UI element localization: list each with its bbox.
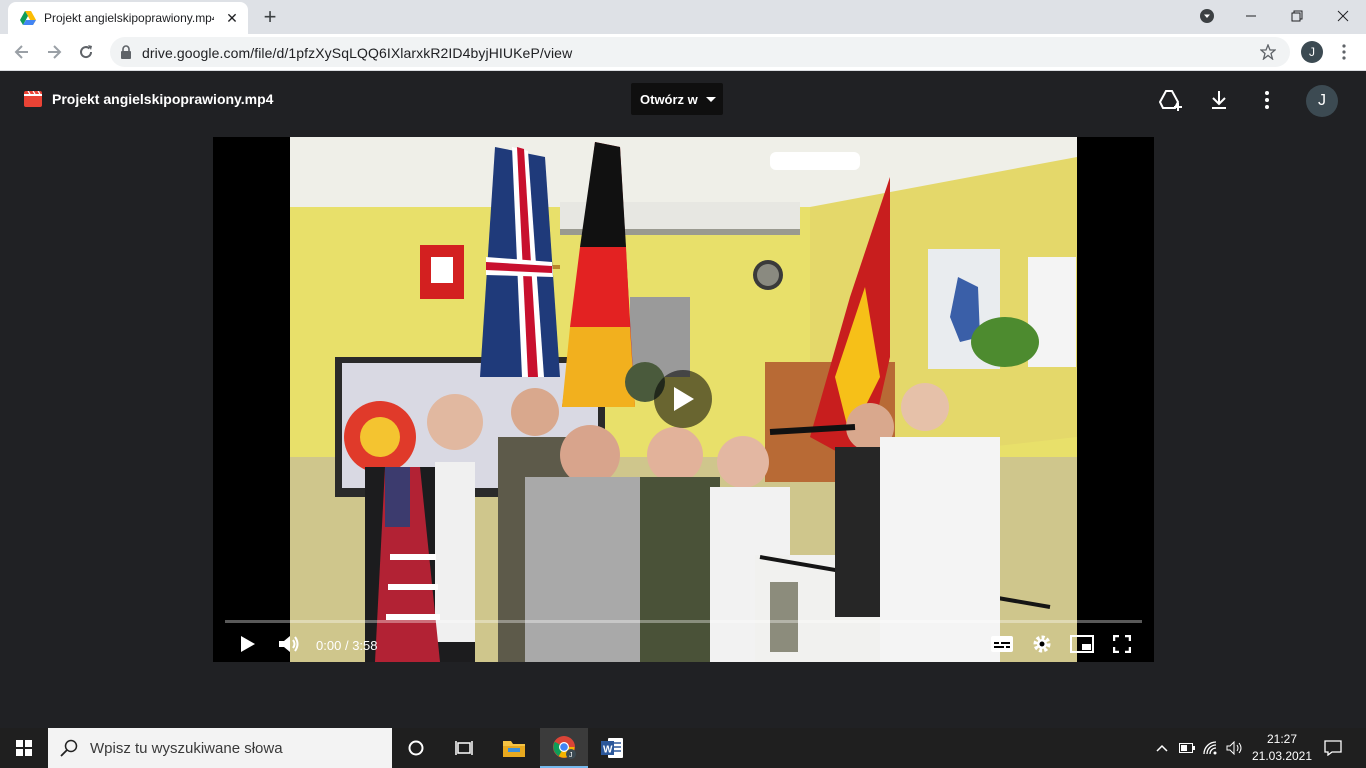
center-play-button[interactable] [654, 370, 712, 428]
tab-search-icon[interactable] [1184, 0, 1230, 32]
tab-title: Projekt angielskipoprawiony.mp4 [44, 11, 214, 25]
current-time: 0:00 [316, 638, 342, 653]
open-with-label: Otwórz w [640, 91, 698, 107]
open-with-button[interactable]: Otwórz w [631, 83, 723, 115]
add-to-drive-icon[interactable] [1158, 87, 1184, 113]
volume-icon[interactable] [276, 631, 302, 657]
system-clock[interactable]: 21:27 21.03.2021 [1250, 731, 1314, 765]
restore-icon[interactable] [1274, 0, 1320, 32]
window-close-icon[interactable] [1320, 0, 1366, 32]
fullscreen-icon[interactable] [1109, 631, 1135, 657]
url-text: drive.google.com/file/d/1pfzXySqLQQ6IXla… [142, 45, 573, 61]
search-icon [60, 739, 78, 757]
browser-tab-strip: Projekt angielskipoprawiony.mp4 ✕ + [0, 0, 1366, 34]
new-tab-icon[interactable]: + [258, 6, 282, 30]
play-icon[interactable] [235, 631, 261, 657]
clock-date: 21.03.2021 [1251, 749, 1313, 763]
file-name: Projekt angielskipoprawiony.mp4 [52, 91, 274, 107]
forward-arrow-icon[interactable] [40, 38, 68, 66]
time-separator: / [344, 638, 349, 653]
google-drive-icon [20, 11, 36, 25]
browser-tab[interactable]: Projekt angielskipoprawiony.mp4 ✕ [8, 2, 248, 34]
video-controls: 0:00 / 3:58 [213, 627, 1154, 662]
notifications-icon[interactable] [1318, 728, 1348, 768]
video-player[interactable]: 0:00 / 3:58 [213, 137, 1154, 662]
cortana-icon[interactable] [396, 728, 436, 768]
file-explorer-icon[interactable] [492, 728, 536, 768]
windows-start-icon[interactable] [0, 728, 48, 768]
more-options-icon[interactable] [1254, 87, 1280, 113]
download-icon[interactable] [1206, 87, 1232, 113]
search-placeholder: Wpisz tu wyszukiwane słowa [90, 739, 283, 757]
battery-icon[interactable] [1176, 728, 1198, 768]
time-display: 0:00 / 3:58 [316, 638, 378, 653]
video-file-icon [24, 91, 42, 107]
clock-time: 21:27 [1266, 732, 1298, 746]
viewer-header: Projekt angielskipoprawiony.mp4 Otwórz w… [0, 71, 1366, 131]
lock-icon [121, 45, 131, 59]
task-view-icon[interactable] [444, 728, 484, 768]
minimize-icon[interactable] [1228, 0, 1274, 32]
chrome-taskbar-icon[interactable]: J [540, 728, 588, 768]
show-hidden-icons-chevron-icon[interactable] [1152, 728, 1172, 768]
back-arrow-icon[interactable] [8, 38, 36, 66]
browser-toolbar: drive.google.com/file/d/1pfzXySqLQQ6IXla… [0, 34, 1366, 71]
bookmark-star-icon[interactable] [1260, 44, 1276, 60]
tab-close-icon[interactable]: ✕ [224, 10, 240, 26]
duration: 3:58 [352, 638, 378, 653]
progress-bar[interactable] [225, 620, 1142, 623]
word-icon[interactable]: W [590, 728, 634, 768]
wifi-icon[interactable] [1200, 728, 1222, 768]
address-bar[interactable]: drive.google.com/file/d/1pfzXySqLQQ6IXla… [110, 37, 1290, 67]
windows-taskbar: Wpisz tu wyszukiwane słowa J W 21:27 21.… [0, 728, 1366, 768]
account-avatar[interactable]: J [1306, 85, 1338, 117]
settings-gear-icon[interactable] [1029, 631, 1055, 657]
taskbar-search-box[interactable]: Wpisz tu wyszukiwane słowa [48, 728, 392, 768]
speaker-icon[interactable] [1224, 728, 1246, 768]
subtitles-icon[interactable] [989, 631, 1015, 657]
profile-avatar[interactable]: J [1301, 41, 1323, 63]
reload-icon[interactable] [72, 38, 100, 66]
chevron-down-icon [705, 96, 716, 102]
browser-menu-icon[interactable] [1330, 38, 1358, 66]
svg-text:J: J [569, 752, 573, 759]
svg-text:W: W [603, 745, 613, 756]
miniplayer-icon[interactable] [1069, 631, 1095, 657]
